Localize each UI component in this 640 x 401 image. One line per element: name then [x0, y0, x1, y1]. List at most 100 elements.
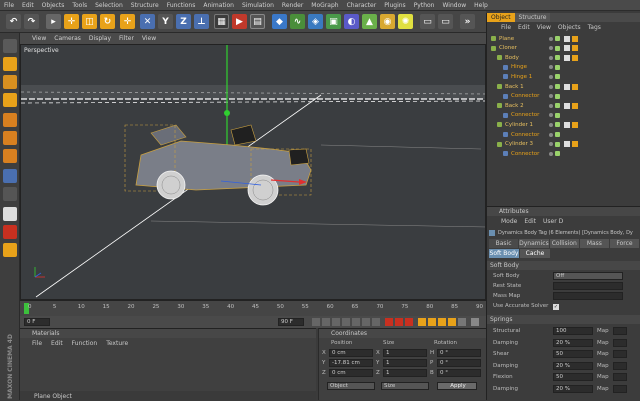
enabled-check-icon[interactable]: [555, 151, 560, 157]
viewport-menu-item[interactable]: View: [142, 35, 156, 42]
enabled-check-icon[interactable]: [555, 112, 560, 118]
spring-value-field[interactable]: 20 %: [553, 361, 593, 370]
menu-item[interactable]: MoGraph: [311, 2, 338, 9]
rotation-field[interactable]: 0 °: [437, 349, 481, 357]
edges-mode-icon[interactable]: [3, 131, 17, 145]
tag-icon[interactable]: [564, 35, 570, 42]
object-row[interactable]: Back 2: [487, 101, 640, 110]
visibility-dot-icon[interactable]: [549, 36, 553, 41]
spring-value-field[interactable]: 20 %: [553, 338, 593, 347]
size-field[interactable]: 1: [383, 359, 427, 367]
menu-item[interactable]: Functions: [167, 2, 196, 9]
apply-button[interactable]: Apply: [437, 382, 477, 390]
object-row[interactable]: Hinge: [487, 63, 640, 72]
rotate-tool-icon[interactable]: ↻: [100, 14, 115, 29]
dynamics-tag-icon[interactable]: [572, 83, 578, 90]
more-icon[interactable]: »: [460, 14, 475, 29]
object-row[interactable]: Connector: [487, 92, 640, 101]
attribute-tab[interactable]: Cache: [520, 249, 550, 258]
quantize-icon[interactable]: [3, 225, 17, 239]
prev-frame-icon[interactable]: [332, 318, 340, 326]
tag-icon[interactable]: [564, 54, 570, 61]
position-field[interactable]: 0 cm: [329, 349, 373, 357]
goto-end-icon[interactable]: [372, 318, 380, 326]
key-rotation-icon[interactable]: [438, 318, 446, 326]
visibility-dot-icon[interactable]: [549, 122, 553, 127]
redo-icon[interactable]: ↷: [24, 14, 39, 29]
attribute-tab[interactable]: Mass: [579, 239, 609, 248]
menu-item[interactable]: Plugins: [384, 2, 406, 9]
scene-icon[interactable]: ▲: [362, 14, 377, 29]
lock-workplane-icon[interactable]: [3, 243, 17, 257]
record-icon[interactable]: [385, 318, 393, 326]
enabled-check-icon[interactable]: [555, 141, 560, 147]
tag-icon[interactable]: [564, 83, 570, 90]
materials-menu-item[interactable]: Edit: [51, 340, 63, 347]
object-name[interactable]: Cloner: [499, 45, 547, 51]
visibility-dot-icon[interactable]: [549, 151, 553, 156]
enabled-check-icon[interactable]: [555, 84, 560, 89]
layout-icon[interactable]: ▭: [420, 14, 435, 29]
z-axis-lock-icon[interactable]: Z: [176, 14, 191, 29]
goto-start-icon[interactable]: [312, 318, 320, 326]
spring-value-field[interactable]: 100: [553, 327, 593, 335]
rest-state-field[interactable]: [553, 282, 623, 290]
enabled-check-icon[interactable]: [555, 74, 560, 80]
polygons-mode-icon[interactable]: [3, 149, 17, 163]
tag-icon[interactable]: [564, 141, 570, 148]
enabled-check-icon[interactable]: [555, 64, 560, 70]
enabled-check-icon[interactable]: [555, 132, 560, 137]
rotation-field[interactable]: 0 °: [437, 369, 481, 377]
viewport-menu-item[interactable]: View: [32, 35, 46, 42]
select-tool-icon[interactable]: ▸: [46, 14, 61, 29]
size-field[interactable]: 1: [383, 349, 427, 357]
points-mode-icon[interactable]: [3, 113, 17, 127]
menu-item[interactable]: Window: [443, 2, 467, 9]
snap-icon[interactable]: [3, 207, 17, 221]
object-name[interactable]: Back 2: [505, 103, 553, 109]
mass-map-field[interactable]: [553, 292, 623, 300]
dynamics-tag-icon[interactable]: [572, 102, 578, 109]
move-tool-icon[interactable]: ✛: [64, 14, 79, 29]
map-field[interactable]: [613, 373, 627, 381]
visibility-dot-icon[interactable]: [549, 113, 553, 118]
model-mode-icon[interactable]: [3, 57, 17, 71]
object-name[interactable]: Cylinder 3: [505, 141, 553, 147]
rotation-field[interactable]: 0 °: [437, 359, 481, 367]
visibility-dot-icon[interactable]: [549, 74, 553, 79]
key-pla-icon[interactable]: [458, 318, 466, 326]
object-row[interactable]: Body: [487, 53, 640, 62]
visibility-dot-icon[interactable]: [549, 103, 553, 108]
visibility-dot-icon[interactable]: [549, 65, 553, 70]
last-tool-icon[interactable]: ✛: [120, 14, 135, 29]
end-frame-field[interactable]: 90 F: [278, 318, 304, 326]
visibility-dot-icon[interactable]: [549, 132, 553, 137]
spring-value-field[interactable]: 20 %: [553, 384, 593, 393]
undo-icon[interactable]: ↶: [6, 14, 21, 29]
map-field[interactable]: [613, 350, 627, 358]
accurate-solver-checkbox[interactable]: ✓: [553, 304, 559, 310]
menu-item[interactable]: Objects: [42, 2, 65, 9]
object-menu-item[interactable]: Edit: [518, 24, 530, 31]
menu-item[interactable]: Selection: [95, 2, 123, 9]
texture-mode-icon[interactable]: [3, 75, 17, 89]
map-field[interactable]: [613, 327, 627, 335]
object-row[interactable]: Back 1: [487, 82, 640, 91]
object-name[interactable]: Cylinder 1: [505, 122, 553, 128]
object-menu-item[interactable]: View: [537, 24, 551, 31]
object-row[interactable]: Plane: [487, 34, 640, 43]
materials-menu-item[interactable]: File: [32, 340, 42, 347]
cube-primitive-icon[interactable]: ◆: [272, 14, 287, 29]
attributes-menu-item[interactable]: Mode: [501, 218, 517, 225]
x-axis-lock-icon[interactable]: ✕: [140, 14, 155, 29]
key-position-icon[interactable]: [418, 318, 426, 326]
position-field[interactable]: 0 cm: [329, 369, 373, 377]
y-axis-lock-icon[interactable]: Y: [158, 14, 173, 29]
render-settings-icon[interactable]: ▤: [250, 14, 265, 29]
spline-icon[interactable]: ∿: [290, 14, 305, 29]
tab-structure[interactable]: Structure: [514, 13, 551, 22]
map-field[interactable]: [613, 361, 627, 370]
viewport[interactable]: Perspective: [20, 44, 486, 300]
enabled-check-icon[interactable]: [555, 93, 560, 99]
make-editable-icon[interactable]: [3, 39, 17, 53]
